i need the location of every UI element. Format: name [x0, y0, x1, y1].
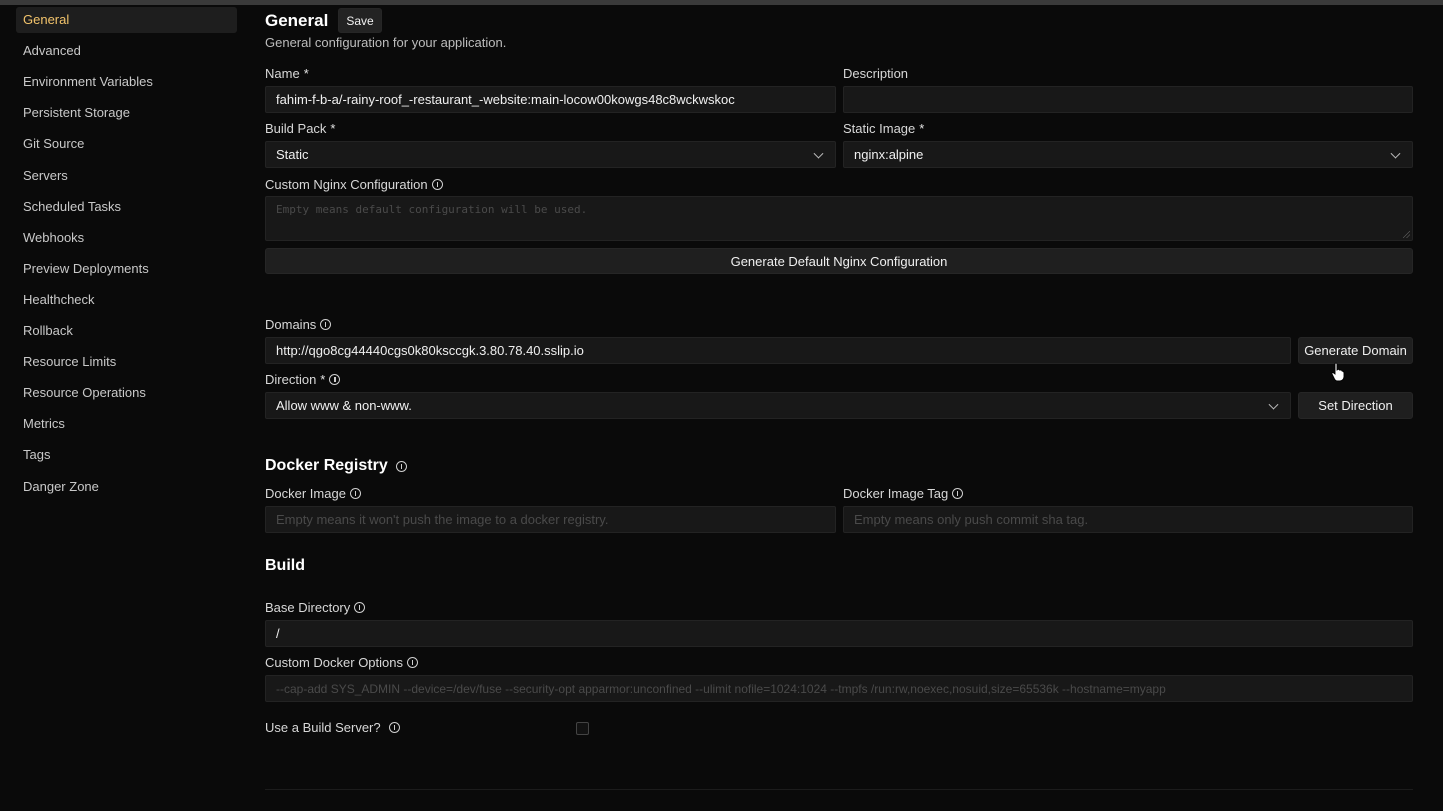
- info-icon[interactable]: [388, 722, 400, 733]
- sidebar-item-webhooks[interactable]: Webhooks: [16, 225, 237, 251]
- name-input[interactable]: fahim-f-b-a/-rainy-roof_-restaurant_-web…: [265, 86, 836, 113]
- base-directory-label-text: Base Directory: [265, 600, 351, 615]
- direction-select[interactable]: Allow www & non-www.: [265, 392, 1291, 419]
- build-pack-label-text: Build Pack: [265, 121, 327, 136]
- docker-image-tag-input[interactable]: Empty means only push commit sha tag.: [843, 506, 1413, 533]
- sidebar-item-servers[interactable]: Servers: [16, 163, 237, 189]
- info-icon[interactable]: [952, 488, 964, 499]
- docker-registry-title: Docker Registry: [265, 457, 388, 474]
- info-icon[interactable]: [349, 488, 361, 499]
- name-label: Name *: [265, 66, 309, 81]
- build-pack-selected-value: Static: [276, 147, 309, 162]
- sidebar-item-rollback[interactable]: Rollback: [16, 318, 237, 344]
- page-description: General configuration for your applicati…: [265, 35, 507, 50]
- custom-nginx-placeholder: Empty means default configuration will b…: [276, 203, 588, 216]
- generate-domain-button[interactable]: Generate Domain: [1298, 337, 1413, 364]
- sidebar-item-tags[interactable]: Tags: [16, 442, 237, 468]
- domains-input-value: http://qgo8cg44440cgs0k80ksccgk.3.80.78.…: [276, 343, 584, 358]
- build-pack-label: Build Pack *: [265, 121, 335, 136]
- required-mark: *: [320, 372, 326, 387]
- domains-label: Domains: [265, 317, 332, 332]
- docker-image-label: Docker Image: [265, 486, 361, 501]
- custom-docker-options-placeholder: --cap-add SYS_ADMIN --device=/dev/fuse -…: [276, 681, 1166, 696]
- direction-label-text: Direction: [265, 372, 317, 387]
- sidebar-item-resource-operations[interactable]: Resource Operations: [16, 380, 237, 406]
- page-title: General: [265, 11, 329, 30]
- domains-label-text: Domains: [265, 317, 317, 332]
- description-input[interactable]: [843, 86, 1413, 113]
- direction-selected-value: Allow www & non-www.: [276, 398, 412, 413]
- base-directory-input[interactable]: /: [265, 620, 1413, 647]
- base-directory-label: Base Directory: [265, 600, 366, 615]
- docker-registry-heading: Docker Registry: [265, 457, 407, 475]
- name-label-text: Name: [265, 66, 300, 81]
- sidebar-item-environment-variables[interactable]: Environment Variables: [16, 69, 237, 95]
- info-icon[interactable]: [329, 374, 341, 385]
- docker-image-input[interactable]: Empty means it won't push the image to a…: [265, 506, 836, 533]
- static-image-label-text: Static Image: [843, 121, 916, 136]
- description-label-text: Description: [843, 66, 909, 81]
- sidebar-item-persistent-storage[interactable]: Persistent Storage: [16, 100, 237, 126]
- info-icon[interactable]: [407, 657, 418, 668]
- build-heading: Build: [265, 557, 305, 574]
- chevron-down-icon: [1268, 399, 1279, 410]
- sidebar-item-preview-deployments[interactable]: Preview Deployments: [16, 256, 237, 282]
- custom-docker-options-label: Custom Docker Options: [265, 655, 418, 670]
- build-server-checkbox[interactable]: [576, 722, 589, 735]
- sidebar-item-healthcheck[interactable]: Healthcheck: [16, 287, 237, 313]
- resize-handle-icon[interactable]: [1403, 231, 1410, 238]
- info-icon[interactable]: [320, 319, 332, 330]
- sidebar-item-git-source[interactable]: Git Source: [16, 131, 237, 157]
- custom-nginx-label-text: Custom Nginx Configuration: [265, 177, 428, 192]
- info-icon[interactable]: [354, 602, 366, 613]
- sidebar-item-metrics[interactable]: Metrics: [16, 411, 237, 437]
- custom-nginx-textarea[interactable]: Empty means default configuration will b…: [265, 196, 1413, 241]
- static-image-select[interactable]: nginx:alpine: [843, 141, 1413, 168]
- sidebar-item-general[interactable]: General: [16, 7, 237, 33]
- sidebar-item-danger-zone[interactable]: Danger Zone: [16, 474, 237, 500]
- info-icon[interactable]: [395, 460, 407, 472]
- base-directory-value: /: [276, 626, 280, 641]
- custom-docker-options-label-text: Custom Docker Options: [265, 655, 403, 670]
- sidebar-item-scheduled-tasks[interactable]: Scheduled Tasks: [16, 194, 237, 220]
- static-image-selected-value: nginx:alpine: [854, 147, 924, 162]
- name-input-value: fahim-f-b-a/-rainy-roof_-restaurant_-web…: [276, 92, 735, 107]
- build-pack-select[interactable]: Static: [265, 141, 836, 168]
- set-direction-button[interactable]: Set Direction: [1298, 392, 1413, 419]
- sidebar: General Advanced Environment Variables Pers…: [0, 5, 245, 811]
- docker-image-label-text: Docker Image: [265, 486, 346, 501]
- docker-image-tag-label: Docker Image Tag: [843, 486, 964, 501]
- required-mark: *: [303, 66, 309, 81]
- docker-image-placeholder: Empty means it won't push the image to a…: [276, 512, 609, 527]
- build-server-label-text: Use a Build Server?: [265, 720, 381, 735]
- direction-label: Direction *: [265, 372, 341, 387]
- custom-nginx-label: Custom Nginx Configuration: [265, 177, 443, 192]
- static-image-label: Static Image *: [843, 121, 924, 136]
- chevron-down-icon: [813, 148, 824, 159]
- hand-pointer-icon: [1331, 362, 1345, 382]
- main-content: General Save General configuration for y…: [265, 0, 1413, 811]
- docker-image-tag-placeholder: Empty means only push commit sha tag.: [854, 512, 1089, 527]
- section-divider: [265, 789, 1413, 790]
- required-mark: *: [919, 121, 925, 136]
- info-icon[interactable]: [431, 179, 443, 190]
- sidebar-item-advanced[interactable]: Advanced: [16, 38, 237, 64]
- generate-nginx-config-button[interactable]: Generate Default Nginx Configuration: [265, 248, 1413, 274]
- required-mark: *: [330, 121, 336, 136]
- docker-image-tag-label-text: Docker Image Tag: [843, 486, 949, 501]
- save-button[interactable]: Save: [338, 8, 382, 33]
- sidebar-item-resource-limits[interactable]: Resource Limits: [16, 349, 237, 375]
- build-server-label: Use a Build Server?: [265, 720, 400, 735]
- custom-docker-options-input[interactable]: --cap-add SYS_ADMIN --device=/dev/fuse -…: [265, 675, 1413, 702]
- description-label: Description: [843, 66, 908, 81]
- chevron-down-icon: [1390, 148, 1401, 159]
- domains-input[interactable]: http://qgo8cg44440cgs0k80ksccgk.3.80.78.…: [265, 337, 1291, 364]
